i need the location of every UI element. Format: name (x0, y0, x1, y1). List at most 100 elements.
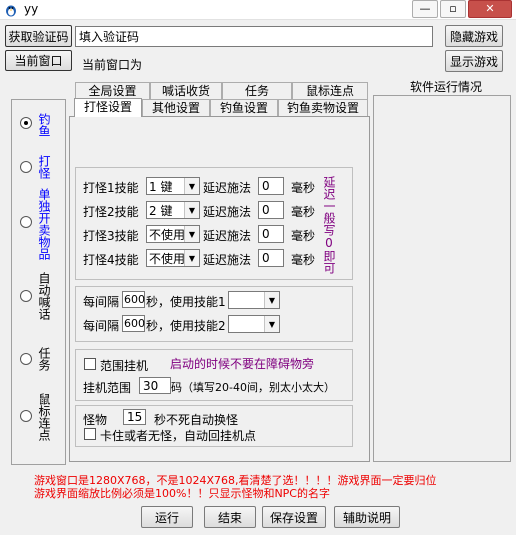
radio-sell-items-label: 单独开卖物品 (37, 188, 51, 260)
tab-fishing-sell-settings[interactable]: 钓鱼卖物设置 (278, 99, 368, 116)
radio-task[interactable] (20, 353, 32, 365)
range-label: 挂机范围 (83, 381, 132, 395)
radio-monster[interactable] (20, 161, 32, 173)
interval2-suffix: 秒，使用技能2 (146, 319, 226, 333)
skill4-delay-label: 延迟施法 (203, 253, 252, 267)
skill2-unit: 毫秒 (291, 205, 316, 219)
interval2-value: 600 (124, 317, 145, 330)
skill2-key-value: 2 键 (149, 203, 173, 218)
interval1-skill-select[interactable]: ▼ (228, 291, 280, 309)
interval1-suffix: 秒，使用技能1 (146, 295, 226, 309)
stuck-return-checkbox[interactable] (84, 428, 96, 440)
radio-mouse-click[interactable] (20, 410, 32, 422)
radio-mouse-click-label: 鼠标连点 (37, 393, 51, 441)
skill1-delay-label: 延迟施法 (203, 181, 252, 195)
interval1-value: 600 (124, 293, 145, 306)
hide-game-button[interactable]: 隐藏游戏 (445, 25, 503, 47)
maximize-icon: ▫ (449, 2, 457, 15)
tab-task[interactable]: 任务 (222, 82, 292, 99)
get-code-button[interactable]: 获取验证码 (5, 25, 72, 47)
skill1-label: 打怪1技能 (83, 181, 139, 195)
minimize-button[interactable]: — (412, 0, 438, 18)
stuck-return-label: 卡住或者无怪，自动回挂机点 (100, 429, 257, 443)
radio-sell-items[interactable] (20, 216, 32, 228)
interval1-input[interactable]: 600 (122, 291, 145, 308)
status-panel-title: 软件运行情况 (410, 80, 483, 94)
skill1-key-value: 1 键 (149, 179, 173, 194)
current-window-label: 当前窗口为 (82, 58, 143, 72)
close-icon: ✕ (485, 2, 495, 15)
skill4-delay-input[interactable]: 0 (258, 249, 284, 267)
skill4-unit: 毫秒 (291, 253, 316, 267)
skill3-label: 打怪3技能 (83, 229, 139, 243)
range-suffix: 码（填写20-40间，别太小太大） (171, 381, 335, 394)
window-title: yy (24, 2, 39, 16)
range-checkbox-label: 范围挂机 (100, 359, 149, 373)
skill3-key-select[interactable]: 不使用 ▼ (146, 225, 200, 243)
delay-hint: 延迟一般写0即可 (322, 176, 336, 274)
tab-global-settings[interactable]: 全局设置 (75, 82, 150, 99)
tab-shout-collect[interactable]: 喊话收货 (150, 82, 222, 99)
range-value: 30 (143, 378, 159, 393)
tab-fishing-settings[interactable]: 钓鱼设置 (210, 99, 278, 116)
radio-auto-shout[interactable] (20, 290, 32, 302)
chevron-down-icon: ▼ (184, 226, 199, 242)
skill4-label: 打怪4技能 (83, 253, 139, 267)
interval2-skill-select[interactable]: ▼ (228, 315, 280, 333)
radio-auto-shout-label: 自动喊话 (37, 272, 51, 320)
monster-timeout-value: 15 (127, 410, 143, 424)
note-line-2: 游戏界面缩放比例必须是100%！！只显示怪物和NPC的名字 (34, 487, 330, 500)
interval2-prefix: 每间隔 (83, 319, 120, 333)
skill1-delay-input[interactable]: 0 (258, 177, 284, 195)
help-button[interactable]: 辅助说明 (334, 506, 400, 528)
skill1-key-select[interactable]: 1 键 ▼ (146, 177, 200, 195)
skill4-key-value: 不使用 (149, 251, 186, 266)
radio-task-label: 任务 (37, 347, 51, 371)
skill1-unit: 毫秒 (291, 181, 316, 195)
tab-mouse-click[interactable]: 鼠标连点 (292, 82, 368, 99)
run-button[interactable]: 运行 (141, 506, 193, 528)
interval1-prefix: 每间隔 (83, 295, 120, 309)
tab-other-settings[interactable]: 其他设置 (142, 99, 210, 116)
skill2-delay-value: 0 (262, 203, 270, 217)
stop-button[interactable]: 结束 (204, 506, 256, 528)
chevron-down-icon: ▼ (184, 178, 199, 194)
save-settings-button[interactable]: 保存设置 (262, 506, 326, 528)
skill4-delay-value: 0 (262, 251, 270, 265)
range-checkbox[interactable] (84, 358, 96, 370)
chevron-down-icon: ▼ (264, 292, 279, 308)
skill2-delay-label: 延迟施法 (203, 205, 252, 219)
tab-monster-settings[interactable]: 打怪设置 (74, 98, 142, 117)
chevron-down-icon: ▼ (184, 250, 199, 266)
maximize-button[interactable]: ▫ (440, 0, 466, 18)
title-bar (0, 0, 516, 20)
skill3-delay-value: 0 (262, 227, 270, 241)
range-hint: 启动的时候不要在障碍物旁 (170, 357, 315, 371)
monster-label: 怪物 (83, 413, 108, 427)
skill4-key-select[interactable]: 不使用 ▼ (146, 249, 200, 267)
interval2-input[interactable]: 600 (122, 315, 145, 332)
skill2-delay-input[interactable]: 0 (258, 201, 284, 219)
status-log-panel[interactable] (373, 95, 511, 462)
chevron-down-icon: ▼ (184, 202, 199, 218)
minimize-icon: — (419, 2, 431, 15)
radio-fishing-label: 钓鱼 (37, 113, 51, 137)
code-input[interactable]: 填入验证码 (75, 26, 433, 47)
monster-suffix: 秒不死自动换怪 (154, 413, 239, 427)
show-game-button[interactable]: 显示游戏 (445, 50, 503, 72)
chevron-down-icon: ▼ (264, 316, 279, 332)
skill2-key-select[interactable]: 2 键 ▼ (146, 201, 200, 219)
skill1-delay-value: 0 (262, 179, 270, 193)
close-button[interactable]: ✕ (468, 0, 512, 18)
app-penguin-icon (6, 5, 16, 17)
range-input[interactable]: 30 (139, 377, 171, 394)
skill2-label: 打怪2技能 (83, 205, 139, 219)
skill3-delay-label: 延迟施法 (203, 229, 252, 243)
skill3-delay-input[interactable]: 0 (258, 225, 284, 243)
radio-monster-label: 打怪 (37, 155, 51, 179)
current-window-button[interactable]: 当前窗口 (5, 50, 72, 71)
code-input-placeholder: 填入验证码 (79, 30, 140, 44)
radio-fishing[interactable] (20, 117, 32, 129)
monster-timeout-input[interactable]: 15 (123, 409, 146, 425)
skill3-key-value: 不使用 (149, 227, 186, 242)
